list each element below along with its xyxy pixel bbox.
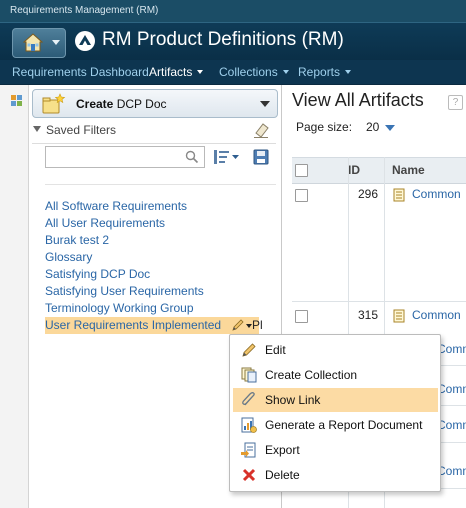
chevron-down-icon bbox=[345, 70, 352, 74]
help-icon[interactable]: ? bbox=[448, 95, 463, 110]
chevron-down-icon[interactable] bbox=[260, 101, 270, 107]
saved-filter-label: User Requirements Implemented bbox=[45, 318, 222, 332]
nav-collections[interactable]: Collections bbox=[219, 65, 289, 79]
pencil-icon[interactable] bbox=[231, 318, 245, 332]
menu-item-show-link[interactable]: Show Link bbox=[233, 388, 438, 412]
row-name-link[interactable]: Common bbox=[412, 187, 461, 201]
saved-filter-item[interactable]: Burak test 2 bbox=[45, 232, 275, 249]
chevron-down-icon bbox=[197, 70, 204, 74]
collapse-triangle-icon[interactable] bbox=[33, 126, 41, 132]
menu-item-label: Create Collection bbox=[265, 368, 358, 382]
saved-filter-item[interactable]: Satisfying User Requirements bbox=[45, 283, 275, 300]
rm-project-icon bbox=[75, 31, 95, 51]
saved-filter-item[interactable]: Glossary bbox=[45, 249, 275, 266]
filter-search-input[interactable] bbox=[45, 146, 205, 168]
export-icon bbox=[241, 442, 256, 458]
grid-icon[interactable] bbox=[11, 95, 22, 106]
row-id: 296 bbox=[358, 187, 379, 201]
menu-item-label: Show Link bbox=[265, 393, 321, 407]
saved-filter-list: All Software Requirements All User Requi… bbox=[45, 198, 275, 334]
row-name-link[interactable]: Common bbox=[437, 418, 466, 432]
column-header-name[interactable]: Name bbox=[392, 163, 425, 177]
page-title: View All Artifacts bbox=[292, 90, 424, 110]
divider bbox=[32, 143, 276, 144]
saved-filter-item[interactable]: Terminology Working Group bbox=[45, 300, 275, 317]
left-tool-strip bbox=[0, 85, 29, 508]
menu-item-generate-report[interactable]: Generate a Report Document bbox=[233, 413, 438, 437]
select-all-checkbox[interactable] bbox=[295, 164, 308, 177]
column-header-id[interactable]: ID bbox=[348, 163, 360, 177]
collection-icon bbox=[241, 367, 257, 383]
create-artifact-button[interactable]: Create DCP Doc bbox=[32, 89, 278, 118]
paperclip-link-icon bbox=[242, 392, 255, 406]
search-icon[interactable] bbox=[185, 150, 199, 164]
home-chevron-down-icon bbox=[52, 40, 60, 45]
page-size-value[interactable]: 20 bbox=[366, 120, 379, 134]
row-checkbox[interactable] bbox=[295, 310, 308, 323]
saved-filter-item-selected[interactable]: User Requirements Implemented Pl bbox=[45, 317, 263, 334]
saved-filter-item[interactable]: All Software Requirements bbox=[45, 198, 275, 215]
row-id: 315 bbox=[358, 308, 379, 322]
project-title: RM Product Definitions (RM) bbox=[102, 29, 344, 50]
row-name-link[interactable]: Common bbox=[437, 342, 466, 356]
new-artifact-icon bbox=[42, 93, 66, 114]
page-size-label: Page size: bbox=[296, 120, 353, 134]
menu-item-label: Export bbox=[265, 443, 300, 457]
report-document-icon bbox=[241, 417, 257, 433]
menu-item-label: Delete bbox=[265, 468, 300, 482]
nav-reports[interactable]: Reports bbox=[298, 65, 352, 79]
saved-filters-header[interactable]: Saved Filters bbox=[32, 121, 276, 141]
saved-filter-item[interactable]: All User Requirements bbox=[45, 215, 275, 232]
home-icon bbox=[23, 33, 43, 52]
filter-actions[interactable]: Pl bbox=[231, 317, 263, 334]
saved-filter-item[interactable]: Satisfying DCP Doc bbox=[45, 266, 275, 283]
chevron-down-icon[interactable] bbox=[385, 125, 395, 131]
nav-artifacts[interactable]: Artifacts bbox=[149, 65, 204, 79]
eraser-icon[interactable] bbox=[252, 121, 270, 139]
menu-item-edit[interactable]: Edit bbox=[233, 338, 438, 362]
app-window-title: Requirements Management (RM) bbox=[10, 5, 159, 16]
app-title-bar: Requirements Management (RM) bbox=[0, 0, 466, 23]
row-name-link[interactable]: Common bbox=[437, 382, 466, 396]
row-name-link[interactable]: Common bbox=[437, 464, 466, 478]
row-divider bbox=[292, 301, 466, 302]
create-button-label: Create DCP Doc bbox=[76, 97, 167, 111]
menu-item-label: Edit bbox=[265, 343, 286, 357]
pencil-icon bbox=[242, 343, 256, 357]
document-icon bbox=[393, 309, 405, 323]
menu-item-delete[interactable]: Delete bbox=[233, 463, 438, 487]
saved-filters-label: Saved Filters bbox=[46, 123, 117, 137]
truncated-text: Pl bbox=[252, 318, 263, 332]
chevron-down-icon bbox=[282, 70, 289, 74]
save-icon[interactable] bbox=[253, 149, 269, 165]
divider bbox=[45, 184, 276, 185]
delete-x-icon bbox=[242, 468, 256, 482]
menu-item-label: Generate a Report Document bbox=[265, 418, 423, 432]
row-name-link[interactable]: Common bbox=[412, 308, 461, 322]
filter-search-field[interactable] bbox=[48, 148, 182, 166]
table-header: ID Name bbox=[292, 157, 466, 184]
nav-requirements-dashboard[interactable]: Requirements Dashboard bbox=[12, 65, 149, 79]
sort-list-icon[interactable] bbox=[213, 149, 241, 165]
filter-context-menu: Edit Create Collection Show Link Generat… bbox=[229, 334, 441, 492]
menu-item-create-collection[interactable]: Create Collection bbox=[233, 363, 438, 387]
menu-item-export[interactable]: Export bbox=[233, 438, 438, 462]
document-icon bbox=[393, 188, 405, 202]
row-checkbox[interactable] bbox=[295, 189, 308, 202]
home-menu-button[interactable] bbox=[12, 28, 66, 58]
main-nav: Requirements Dashboard Artifacts Collect… bbox=[0, 60, 466, 85]
project-header: RM Product Definitions (RM) bbox=[0, 23, 466, 60]
